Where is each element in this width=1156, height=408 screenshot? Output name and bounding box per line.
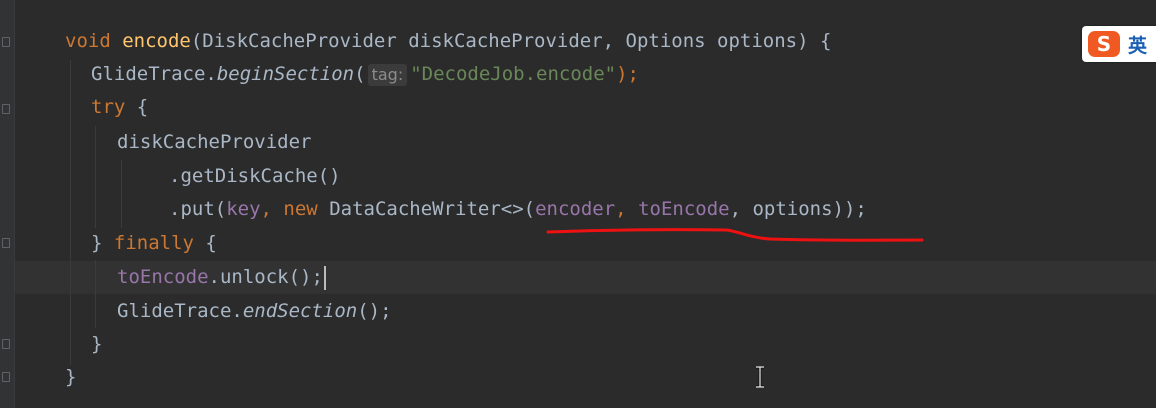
red-underline-annotation [546,228,924,242]
text-cursor-icon [756,366,764,388]
code-editor[interactable]: void encode(DiskCacheProvider diskCacheP… [0,0,1156,408]
ime-status-bar[interactable]: S 英 [1082,26,1156,62]
sogou-logo-icon[interactable]: S [1088,31,1120,57]
ime-mode-label[interactable]: 英 [1128,31,1147,58]
